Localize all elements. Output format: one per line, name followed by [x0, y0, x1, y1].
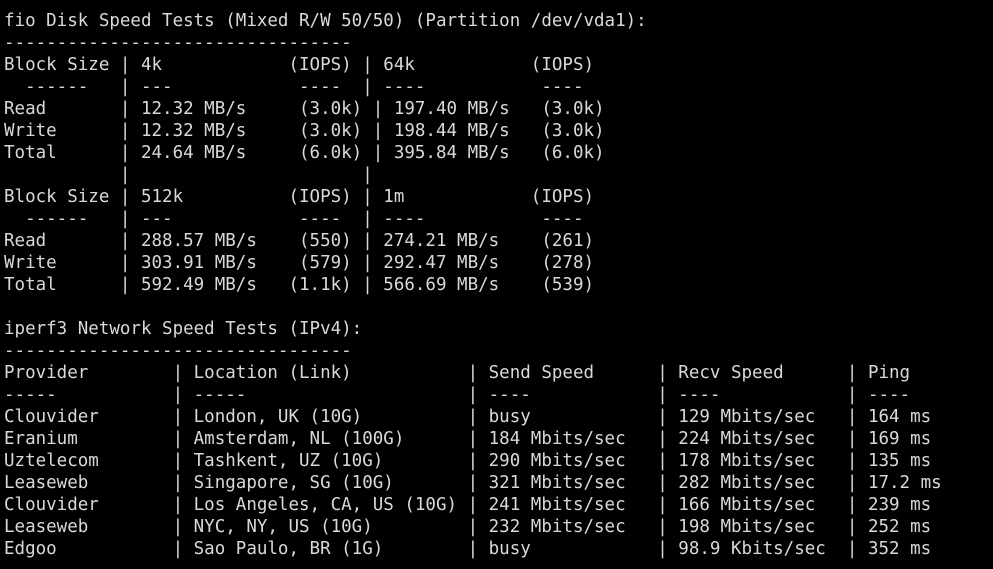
iperf-row-leaseweb-nyc: Leaseweb | NYC, NY, US (10G) | 232 Mbits… [4, 517, 932, 537]
fio-title-underline: --------------------------------- [4, 33, 352, 53]
fio-header-1: Block Size | 4k (IOPS) | 64k (IOPS) [4, 55, 595, 75]
iperf-row-clouvider-london: Clouvider | London, UK (10G) | busy | 12… [4, 407, 932, 427]
iperf-row-edgoo-sao-paulo: Edgoo | Sao Paulo, BR (1G) | busy | 98.9… [4, 539, 932, 559]
iperf-title-line: iperf3 Network Speed Tests (IPv4): [4, 319, 363, 339]
iperf-title-underline: --------------------------------- [4, 341, 352, 361]
fio-separator-2: ------ | --- ---- | ---- ---- [4, 209, 584, 229]
iperf-row-clouvider-los-angeles: Clouvider | Los Angeles, CA, US (10G) | … [4, 495, 932, 515]
fio-separator-1: ------ | --- ---- | ---- ---- [4, 77, 584, 97]
iperf-header: Provider | Location (Link) | Send Speed … [4, 363, 911, 383]
fio-title-line: fio Disk Speed Tests (Mixed R/W 50/50) (… [4, 11, 647, 31]
iperf-row-uztelecom-tashkent: Uztelecom | Tashkent, UZ (10G) | 290 Mbi… [4, 451, 932, 471]
iperf-row-eranium-amsterdam: Eranium | Amsterdam, NL (100G) | 184 Mbi… [4, 429, 932, 449]
fio-row-total-2: Total | 592.49 MB/s (1.1k) | 566.69 MB/s… [4, 275, 595, 295]
fio-spacer-line: | | [4, 165, 373, 185]
fio-row-write-2: Write | 303.91 MB/s (579) | 292.47 MB/s … [4, 253, 595, 273]
fio-row-write-1: Write | 12.32 MB/s (3.0k) | 198.44 MB/s … [4, 121, 605, 141]
fio-header-2: Block Size | 512k (IOPS) | 1m (IOPS) [4, 187, 595, 207]
terminal-output: fio Disk Speed Tests (Mixed R/W 50/50) (… [4, 10, 942, 560]
iperf-row-leaseweb-singapore: Leaseweb | Singapore, SG (10G) | 321 Mbi… [4, 473, 942, 493]
fio-row-total-1: Total | 24.64 MB/s (6.0k) | 395.84 MB/s … [4, 143, 605, 163]
iperf-separator: ----- | ----- | ---- | ---- | ---- [4, 385, 911, 405]
fio-row-read-1: Read | 12.32 MB/s (3.0k) | 197.40 MB/s (… [4, 99, 605, 119]
fio-row-read-2: Read | 288.57 MB/s (550) | 274.21 MB/s (… [4, 231, 595, 251]
